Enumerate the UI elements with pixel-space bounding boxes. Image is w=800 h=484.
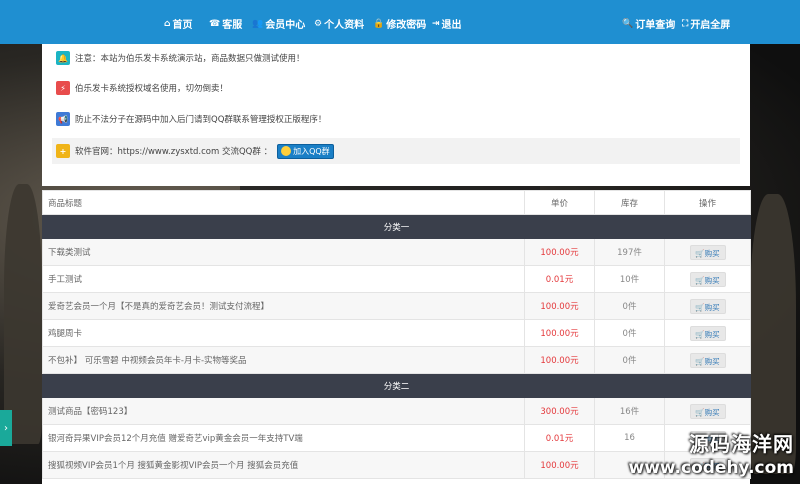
nav-fullscreen[interactable]: ⛶ 开启全屏	[682, 16, 731, 32]
buy-button[interactable]: 🛒购买	[689, 244, 726, 260]
nav-support-label: 客服	[222, 20, 243, 31]
bolt-icon: ⚡	[56, 81, 70, 95]
megaphone-icon: 📢	[56, 112, 70, 126]
qq-icon	[281, 146, 292, 156]
product-action: 🛒购买	[664, 292, 751, 320]
fullscreen-icon: ⛶	[682, 18, 689, 29]
notice-text: 伯乐发卡系统授权域名使用，切勿倒卖！	[75, 84, 229, 94]
product-price: 0.01元	[524, 265, 595, 293]
nav-change-password-label: 修改密码	[386, 20, 427, 31]
nav-home-label: 首页	[172, 20, 193, 31]
gear-icon: ⚙	[314, 18, 323, 29]
category-name: 分类二	[42, 373, 751, 398]
chevron-right-icon: ›	[4, 422, 8, 434]
product-title[interactable]: 下载类测试	[42, 238, 525, 266]
lock-icon: 🔒	[373, 18, 385, 29]
buy-button[interactable]: 🛒购买	[689, 403, 726, 419]
notice-item: 📢 防止不法分子在源码中加入后门请到QQ群联系管理授权正版程序！	[56, 110, 326, 128]
nav-profile[interactable]: ⚙ 个人资料	[314, 16, 365, 32]
side-expand-tab[interactable]: ›	[0, 410, 12, 446]
home-icon: ⌂	[164, 18, 171, 29]
buy-button[interactable]: 🛒购买	[689, 298, 726, 314]
product-stock: 16件	[594, 397, 665, 425]
table-row: 爱奇艺会员一个月【不是真的爱奇艺会员！测试支付流程】 100.00元 0件 🛒购…	[42, 292, 751, 320]
nav-order-query[interactable]: 🔍 订单查询	[622, 16, 676, 32]
official-site-text: 软件官网：https://www.zysxtd.com 交流QQ群 ：	[75, 147, 273, 157]
buy-button[interactable]: 🛒购买	[689, 325, 726, 341]
logout-icon: ⇥	[432, 18, 440, 29]
join-qq-group-label: 加入QQ群	[293, 146, 330, 156]
product-price: 300.00元	[524, 397, 595, 425]
nav-change-password[interactable]: 🔒 修改密码	[373, 16, 427, 32]
nav-home[interactable]: ⌂ 首页	[164, 16, 193, 32]
notice-text: 防止不法分子在源码中加入后门请到QQ群联系管理授权正版程序！	[75, 115, 327, 125]
product-action: 🛒购买	[664, 319, 751, 347]
site-watermark: 源码海洋网 www.codehy.com	[584, 428, 795, 478]
notice-text: 注意：本站为伯乐发卡系统演示站，商品数据只做测试使用！	[75, 54, 305, 64]
product-action: 🛒购买	[664, 265, 751, 293]
plus-icon: +	[56, 144, 70, 158]
product-price: 100.00元	[524, 319, 595, 347]
watermark-title: 源码海洋网	[689, 432, 794, 456]
product-price: 100.00元	[524, 346, 595, 374]
buy-label: 购买	[704, 356, 720, 366]
bell-icon: 🔔	[56, 51, 70, 65]
nav-member-center-label: 会员中心	[265, 20, 306, 31]
search-icon: 🔍	[622, 18, 634, 29]
header-action: 操作	[664, 190, 751, 215]
product-stock: 0件	[594, 292, 665, 320]
nav-logout-label: 退出	[441, 20, 462, 31]
buy-label: 购买	[704, 275, 720, 285]
category-name: 分类一	[42, 214, 751, 239]
table-row: 不包补】 可乐雪碧 中视频会员年卡-月卡-实物等奖品 100.00元 0件 🛒购…	[42, 346, 751, 374]
buy-button[interactable]: 🛒购买	[689, 352, 726, 368]
users-icon: 👥	[252, 18, 264, 29]
top-navbar: ⌂ 首页 ☎ 客服 👥 会员中心 ⚙ 个人资料 🔒 修改密码 ⇥ 退出 🔍 订单…	[0, 0, 800, 44]
product-price: 100.00元	[524, 238, 595, 266]
product-action: 🛒购买	[664, 346, 751, 374]
product-title[interactable]: 银河奇异果VIP会员12个月充值 赠爱奇艺vip黄金会员一年支持TV端	[42, 424, 525, 452]
product-stock: 0件	[594, 319, 665, 347]
table-header-row: 商品标题 单价 库存 操作	[42, 190, 751, 215]
table-row: 鸡腿周卡 100.00元 0件 🛒购买	[42, 319, 751, 347]
product-stock: 0件	[594, 346, 665, 374]
category-row: 分类一	[42, 214, 751, 239]
headset-icon: ☎	[209, 18, 221, 29]
buy-button[interactable]: 🛒购买	[689, 271, 726, 287]
watermark-url: www.codehy.com	[628, 458, 795, 478]
header-title: 商品标题	[42, 190, 525, 215]
product-stock: 10件	[594, 265, 665, 293]
official-site-notice: + 软件官网：https://www.zysxtd.com 交流QQ群 ： 加入…	[52, 138, 740, 164]
buy-label: 购买	[704, 248, 720, 258]
nav-profile-label: 个人资料	[324, 20, 365, 31]
product-action: 🛒购买	[664, 238, 751, 266]
product-title[interactable]: 鸡腿周卡	[42, 319, 525, 347]
product-title[interactable]: 搜狐视频VIP会员1个月 搜狐黄金影视VIP会员一个月 搜狐会员充值	[42, 451, 525, 479]
product-title[interactable]: 手工测试	[42, 265, 525, 293]
product-title[interactable]: 不包补】 可乐雪碧 中视频会员年卡-月卡-实物等奖品	[42, 346, 525, 374]
notice-item: 🔔 注意：本站为伯乐发卡系统演示站，商品数据只做测试使用！	[56, 49, 305, 67]
table-row: 测试商品【密码123】 300.00元 16件 🛒购买	[42, 397, 751, 425]
notice-panel: 🔔 注意：本站为伯乐发卡系统演示站，商品数据只做测试使用！ ⚡ 伯乐发卡系统授权…	[42, 44, 750, 186]
notice-item: ⚡ 伯乐发卡系统授权域名使用，切勿倒卖！	[56, 79, 228, 97]
nav-logout[interactable]: ⇥ 退出	[432, 16, 462, 32]
nav-support[interactable]: ☎ 客服	[209, 16, 243, 32]
nav-fullscreen-label: 开启全屏	[690, 20, 731, 31]
product-price: 100.00元	[524, 292, 595, 320]
buy-label: 购买	[704, 302, 720, 312]
product-stock: 197件	[594, 238, 665, 266]
product-title[interactable]: 测试商品【密码123】	[42, 397, 525, 425]
buy-label: 购买	[704, 407, 720, 417]
nav-member-center[interactable]: 👥 会员中心	[252, 16, 306, 32]
header-price: 单价	[524, 190, 595, 215]
nav-order-query-label: 订单查询	[635, 20, 676, 31]
table-row: 手工测试 0.01元 10件 🛒购买	[42, 265, 751, 293]
product-action: 🛒购买	[664, 397, 751, 425]
join-qq-group-button[interactable]: 加入QQ群	[277, 143, 334, 159]
category-row: 分类二	[42, 373, 751, 398]
buy-label: 购买	[704, 329, 720, 339]
header-stock: 库存	[594, 190, 665, 215]
product-title[interactable]: 爱奇艺会员一个月【不是真的爱奇艺会员！测试支付流程】	[42, 292, 525, 320]
table-row: 下载类测试 100.00元 197件 🛒购买	[42, 238, 751, 266]
